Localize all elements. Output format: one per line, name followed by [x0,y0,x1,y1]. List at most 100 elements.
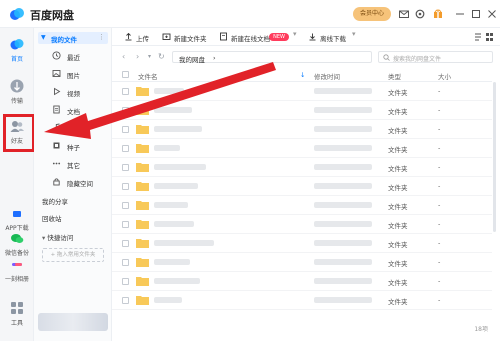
header-size[interactable]: 大小 [438,71,451,81]
minimize-icon[interactable] [454,8,466,20]
table-row[interactable]: 文件夹 - [112,272,492,291]
sidebar-item-label: 其它 [67,162,80,170]
rail-item-home[interactable]: 首页 [0,36,34,63]
torrent-icon [52,141,61,150]
sidebar-item-label: 音乐 [67,126,80,134]
rail-item-transfer[interactable]: 传输 [0,78,34,105]
rail-item-app-download[interactable]: APP下载 [0,205,34,232]
folder-icon [136,200,149,210]
file-name[interactable] [154,164,206,170]
row-checkbox[interactable] [122,240,129,247]
breadcrumb[interactable]: 我的网盘 › [172,51,372,64]
file-name[interactable] [154,183,198,189]
table-row[interactable]: 文件夹 - [112,196,492,215]
storage-indicator [38,313,108,331]
table-row[interactable]: 文件夹 - [112,158,492,177]
member-center-button[interactable]: 会员中心 [353,7,391,21]
file-name[interactable] [154,107,192,113]
offline-download-label: 离线下载 [320,35,346,43]
table-row[interactable]: 文件夹 - [112,177,492,196]
row-checkbox[interactable] [122,202,129,209]
sidebar-item-torrent[interactable]: 种子 [52,140,110,152]
breadcrumb-root[interactable]: 我的网盘 [179,54,205,64]
select-all-checkbox[interactable] [122,71,129,78]
row-checkbox[interactable] [122,221,129,228]
table-row[interactable]: 文件夹 - [112,101,492,120]
row-checkbox[interactable] [122,164,129,171]
row-checkbox[interactable] [122,297,129,304]
modified-time [314,164,372,170]
row-checkbox[interactable] [122,259,129,266]
back-icon[interactable]: ‹ [122,52,125,61]
file-name[interactable] [154,88,184,94]
sort-list-icon[interactable] [474,32,494,42]
sidebar-my-files[interactable]: ▼ 我的文件 ⋮ [38,32,108,44]
row-checkbox[interactable] [122,183,129,190]
file-name[interactable] [154,202,188,208]
search-input[interactable]: 搜索我的网盘文件 [378,51,493,63]
row-checkbox[interactable] [122,145,129,152]
folder-icon [136,105,149,115]
sidebar-item-music[interactable]: 音乐 [52,122,110,134]
video-icon [52,87,61,96]
close-icon[interactable] [486,8,498,20]
table-row[interactable]: 文件夹 - [112,82,492,101]
table-row[interactable]: 文件夹 - [112,291,492,310]
row-checkbox[interactable] [122,88,129,95]
chevron-right-icon: › [213,54,216,62]
more-icon[interactable]: ⋮ [98,33,105,41]
sidebar-item-videos[interactable]: 视频 [52,86,110,98]
sidebar-my-share[interactable]: 我的分享 [42,196,68,206]
folder-icon [136,181,149,191]
rail-item-album[interactable]: 一刻相册 [0,256,34,283]
file-name[interactable] [154,240,214,246]
sidebar-item-documents[interactable]: 文档 [52,104,110,116]
file-name[interactable] [154,297,182,303]
file-type: 文件夹 [388,241,408,249]
clock-icon [52,51,61,60]
chevron-down-icon[interactable]: ▾ [293,30,297,42]
sidebar-item-label: 隐藏空间 [67,180,93,188]
transfer-icon [9,78,25,94]
sort-down-icon[interactable]: ↓ [300,71,305,79]
file-name[interactable] [154,259,190,265]
table-row[interactable]: 文件夹 - [112,120,492,139]
rail-item-tools[interactable]: 工具 [0,300,34,327]
table-row[interactable]: 文件夹 - [112,253,492,272]
gift-icon[interactable] [432,8,444,20]
file-type: 文件夹 [388,298,408,306]
settings-icon[interactable] [414,8,426,20]
sidebar-item-hidden-space[interactable]: 隐藏空间 [52,176,110,188]
navigation-row: ‹ › ▾ ↻ 我的网盘 › 搜索我的网盘文件 [112,48,500,66]
vertical-scrollbar[interactable] [493,82,496,232]
sidebar-item-other[interactable]: 其它 [52,158,110,170]
table-row[interactable]: 文件夹 - [112,234,492,253]
chevron-down-icon[interactable]: ▾ [352,30,356,42]
file-name[interactable] [154,126,202,132]
header-filename[interactable]: 文件名 [138,71,158,81]
header-type[interactable]: 类型 [388,71,401,81]
row-checkbox[interactable] [122,278,129,285]
sidebar-recycle-bin[interactable]: 回收站 [42,213,62,223]
maximize-icon[interactable] [470,8,482,20]
file-name[interactable] [154,145,180,151]
header-modified[interactable]: 修改时间 [314,71,340,81]
mail-icon[interactable] [398,8,410,20]
sidebar-quick-access[interactable]: ▾ 快捷访问 [42,232,73,242]
row-checkbox[interactable] [122,107,129,114]
file-name[interactable] [154,221,194,227]
file-size: - [438,106,441,114]
quick-add-drop-zone[interactable]: + 拖入常用文件夹 [42,248,104,262]
file-name[interactable] [154,278,200,284]
table-row[interactable]: 文件夹 - [112,215,492,234]
title-bar: 百度网盘 会员中心 [0,0,500,28]
sidebar-item-recent[interactable]: 最近 [52,50,110,62]
row-checkbox[interactable] [122,126,129,133]
sidebar-item-images[interactable]: 图片 [52,68,110,80]
forward-icon[interactable]: › [136,52,139,61]
table-row[interactable]: 文件夹 - [112,139,492,158]
sidebar-item-label: 图片 [67,72,80,80]
dropdown-icon[interactable]: ▾ [148,53,151,60]
refresh-icon[interactable]: ↻ [158,52,165,61]
rail-item-wechat-backup[interactable]: 微信备份 [0,230,34,257]
